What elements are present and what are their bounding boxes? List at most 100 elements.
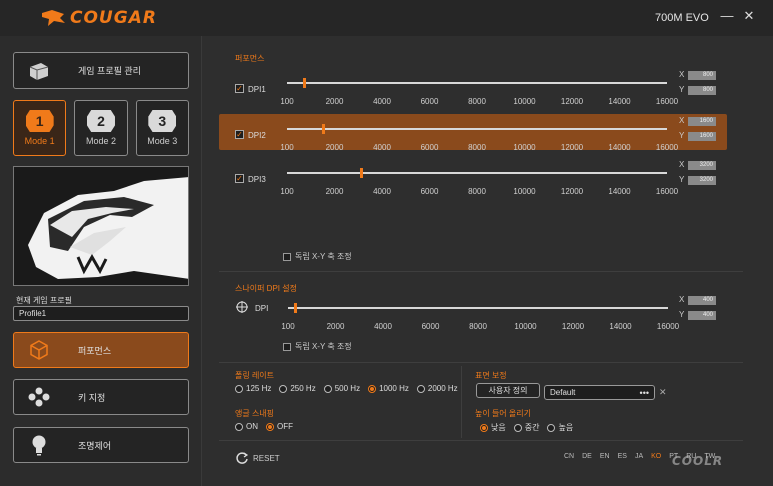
polling-option[interactable]: 125 Hz [235, 384, 271, 393]
sniper-slider-track[interactable] [288, 307, 668, 309]
dpi1-slider-thumb[interactable] [302, 78, 306, 88]
tick-label: 100 [280, 143, 294, 152]
reset-icon [236, 452, 249, 464]
language-option[interactable]: DE [582, 453, 592, 460]
brand-name: COUGAR [70, 8, 157, 28]
tick-label: 12000 [561, 322, 585, 331]
watermark-text: COOLR [672, 454, 724, 468]
radio-label: 2000 Hz [427, 384, 458, 393]
sniper-independent-xy-option[interactable]: 독립 X-Y 축 조정 [283, 341, 352, 352]
independent-xy-option[interactable]: 독립 X-Y 축 조정 [283, 251, 352, 262]
tick-label: 6000 [420, 97, 439, 106]
radio-icon [266, 422, 274, 431]
device-model: 700M EVO [655, 12, 709, 24]
lift-off-title: 높이 들어 올리기 [475, 409, 531, 418]
tick-label: 100 [280, 97, 294, 106]
tick-label: 10000 [513, 187, 536, 196]
nav-performance-label: 퍼포먼스 [78, 345, 112, 356]
language-option[interactable]: KO [651, 453, 661, 460]
tick-label: 100 [280, 187, 294, 196]
sniper-y-label: Y [679, 310, 685, 319]
tick-label: 14000 [609, 322, 632, 331]
dpi1-x-input[interactable]: 800 [688, 71, 716, 80]
tick-label: 6000 [421, 322, 440, 331]
dpi2-y-label: Y [679, 131, 685, 140]
clear-surface-icon[interactable]: ✕ [659, 387, 667, 398]
polling-option[interactable]: 2000 Hz [416, 384, 458, 393]
radio-icon [416, 384, 425, 393]
polling-title: 폴링 레이트 [235, 371, 275, 380]
language-option[interactable]: JA [635, 453, 643, 460]
section-divider [219, 271, 743, 272]
dpi1-y-input[interactable]: 800 [688, 86, 716, 95]
dpi3-x-input[interactable]: 3200 [688, 161, 716, 170]
dpi3-slider-track[interactable] [287, 172, 667, 174]
surface-preset-field[interactable]: Default ••• [544, 385, 655, 400]
lift-off-options: 낮음 중간 높음 [480, 422, 581, 433]
dpi3-label: DPI3 [248, 175, 266, 184]
dpi3-y-input[interactable]: 3200 [688, 176, 716, 185]
dpi1-slider-track[interactable] [287, 82, 667, 84]
polling-option[interactable]: 250 Hz [279, 384, 316, 393]
language-option[interactable]: ES [618, 453, 627, 460]
polling-option[interactable]: 500 Hz [323, 384, 360, 393]
angle-snapping-option[interactable]: ON [235, 422, 258, 431]
nav-keymap-button[interactable]: 키 지정 [13, 379, 189, 415]
lift-off-option[interactable]: 중간 [513, 422, 540, 433]
custom-surface-button[interactable]: 사용자 정의 [476, 383, 540, 398]
dpi1-checkbox[interactable]: ✓ [235, 84, 244, 93]
mode-1-button[interactable]: 1 Mode 1 [13, 100, 67, 156]
language-option[interactable]: EN [600, 453, 610, 460]
tick-label: 16000 [655, 187, 679, 196]
sniper-x-input[interactable]: 400 [688, 296, 716, 305]
radio-label: 낮음 [491, 423, 506, 432]
close-button[interactable]: ✕ [742, 9, 756, 23]
tick-label: 8000 [469, 322, 487, 331]
tick-label: 2000 [326, 322, 345, 331]
minimize-button[interactable]: — [720, 9, 734, 23]
dpi2-slider-track[interactable] [287, 128, 667, 130]
nav-lighting-label: 조명제어 [78, 440, 112, 451]
dpi2-x-input[interactable]: 1600 [688, 117, 716, 126]
mode-2-button[interactable]: 2 Mode 2 [74, 100, 128, 156]
radio-label: 높음 [558, 423, 574, 432]
dpi-row-1: ✓ DPI1 100 2000 4000 6000 8000 10000 12000 1400… [219, 68, 727, 106]
sniper-x-label: X [679, 295, 685, 304]
radio-label: 250 Hz [290, 384, 316, 393]
dpi2-label: DPI2 [248, 131, 266, 140]
reset-button[interactable]: RESET [235, 451, 280, 465]
mode-2-label: Mode 2 [85, 136, 116, 146]
radio-label: 중간 [524, 423, 540, 432]
surface-preset-value: Default [550, 388, 576, 397]
independent-xy-checkbox[interactable] [283, 252, 291, 261]
dpi2-slider-thumb[interactable] [321, 124, 325, 134]
polling-option[interactable]: 1000 Hz [368, 384, 409, 393]
sniper-slider-thumb[interactable] [294, 303, 298, 313]
more-icon[interactable]: ••• [640, 388, 649, 398]
angle-snapping-option[interactable]: OFF [266, 422, 293, 431]
crosshair-icon [236, 301, 248, 313]
mode-3-button[interactable]: 3 Mode 3 [135, 100, 189, 156]
language-option[interactable]: CN [564, 453, 574, 460]
sniper-independent-xy-checkbox[interactable] [283, 342, 291, 351]
radio-icon [547, 423, 556, 432]
game-profile-button[interactable]: 게임 프로필 관리 [13, 52, 189, 89]
dpi1-label: DPI1 [248, 85, 266, 94]
tick-label: 2000 [325, 97, 344, 106]
lift-off-option[interactable]: 낮음 [480, 422, 506, 433]
current-profile-field[interactable]: Profile1 [13, 306, 189, 321]
tick-label: 6000 [420, 187, 439, 196]
vertical-divider [461, 366, 462, 438]
dpi2-y-input[interactable]: 1600 [688, 132, 716, 141]
dpi2-checkbox[interactable]: ✓ [235, 130, 244, 139]
lift-off-option[interactable]: 높음 [547, 422, 573, 433]
radio-label: 1000 Hz [379, 384, 409, 393]
radio-icon [513, 423, 522, 432]
dpi1-y-label: Y [679, 85, 685, 94]
nav-performance-button[interactable]: 퍼포먼스 [13, 332, 189, 368]
radio-label: ON [246, 422, 258, 431]
dpi3-checkbox[interactable]: ✓ [235, 174, 244, 183]
sniper-y-input[interactable]: 400 [688, 311, 716, 320]
nav-lighting-button[interactable]: 조명제어 [13, 427, 189, 463]
dpi3-slider-thumb[interactable] [360, 168, 364, 178]
